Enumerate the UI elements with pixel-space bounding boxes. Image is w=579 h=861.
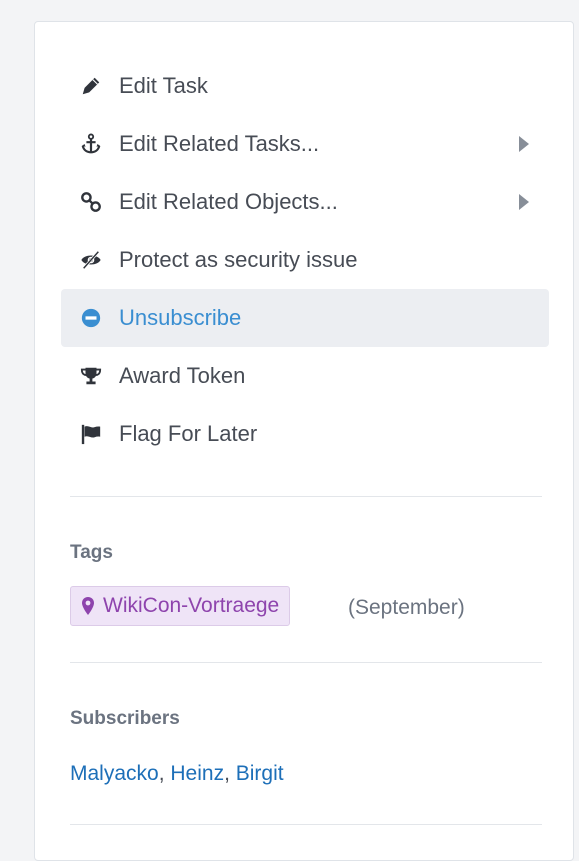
action-label: Flag For Later — [119, 421, 258, 446]
map-marker-icon — [81, 596, 95, 616]
submenu-arrow-icon — [519, 136, 529, 152]
subscriber-separator: , — [224, 762, 236, 785]
eye-slash-icon — [79, 248, 103, 272]
submenu-arrow-icon — [519, 194, 529, 210]
minus-circle-icon — [79, 306, 103, 330]
divider — [70, 662, 542, 663]
divider — [70, 824, 542, 825]
action-label: Edit Related Objects... — [119, 189, 338, 214]
subscriber-link[interactable]: Heinz — [170, 762, 224, 785]
action-list: Edit Task Edit Related Tasks... Edit Rel… — [61, 57, 549, 463]
action-edit-related-objects[interactable]: Edit Related Objects... — [61, 173, 549, 231]
action-protect-security[interactable]: Protect as security issue — [61, 231, 549, 289]
action-flag-for-later[interactable]: Flag For Later — [61, 405, 549, 463]
action-edit-task[interactable]: Edit Task — [61, 57, 549, 115]
action-label: Edit Related Tasks... — [119, 131, 320, 156]
action-label: Award Token — [119, 363, 246, 388]
pencil-icon — [79, 74, 103, 98]
tags-section-title: Tags — [70, 542, 113, 563]
subscriber-separator: , — [158, 762, 171, 785]
tag-label: WikiCon-Vortraege — [103, 594, 280, 617]
action-award-token[interactable]: Award Token — [61, 347, 549, 405]
link-icon — [79, 190, 103, 214]
action-label: Unsubscribe — [119, 305, 242, 330]
subscriber-link[interactable]: Malyacko — [70, 762, 159, 785]
action-edit-related-tasks[interactable]: Edit Related Tasks... — [61, 115, 549, 173]
action-unsubscribe[interactable]: Unsubscribe — [61, 289, 549, 347]
tag-note: (September) — [348, 596, 465, 619]
anchor-icon — [79, 132, 103, 156]
tag-wikicon-vortraege[interactable]: WikiCon-Vortraege — [70, 586, 291, 626]
trophy-icon — [79, 364, 103, 388]
action-label: Protect as security issue — [119, 247, 358, 272]
task-actions-panel: Edit Task Edit Related Tasks... Edit Rel… — [34, 21, 574, 861]
flag-icon — [79, 422, 103, 446]
action-label: Edit Task — [119, 73, 208, 98]
subscribers-section-title: Subscribers — [70, 708, 180, 729]
subscriber-list: Malyacko, Heinz, Birgit — [70, 762, 284, 786]
subscriber-link[interactable]: Birgit — [236, 762, 284, 785]
divider — [70, 496, 542, 497]
